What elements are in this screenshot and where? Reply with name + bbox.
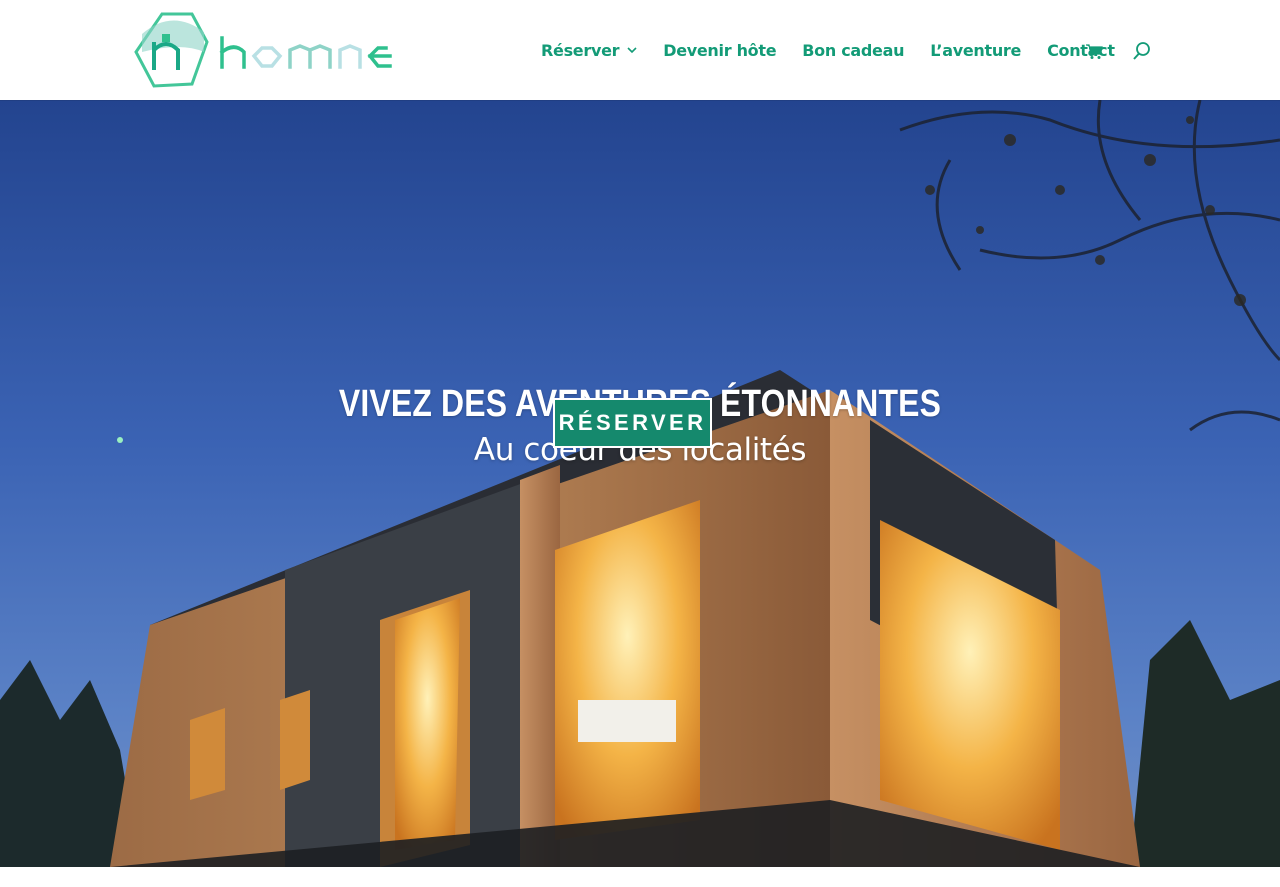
site-header: Réserver Devenir hôte Bon cadeau L’avent… xyxy=(0,0,1280,100)
hero-background-image xyxy=(0,100,1280,867)
nav-item-label: L’aventure xyxy=(930,40,1022,60)
nav-item-aventure[interactable]: L’aventure xyxy=(930,41,1021,60)
nav-item-bon-cadeau[interactable]: Bon cadeau xyxy=(802,41,904,60)
nav-item-devenir-hote[interactable]: Devenir hôte xyxy=(663,41,776,60)
nav-item-label: Contact xyxy=(1047,40,1115,60)
homnest-logo[interactable] xyxy=(132,12,402,90)
nav-item-contact[interactable]: Contact xyxy=(1047,41,1115,60)
search-icon[interactable] xyxy=(1132,41,1152,61)
cart-icon[interactable] xyxy=(1085,42,1103,60)
nav-item-reserver[interactable]: Réserver xyxy=(541,41,637,60)
nav-item-label: Devenir hôte xyxy=(663,40,777,60)
page-bottom-strip xyxy=(0,867,1280,887)
chevron-down-icon xyxy=(627,46,637,54)
nav-item-label: Réserver xyxy=(541,40,620,60)
main-nav: Réserver Devenir hôte Bon cadeau L’avent… xyxy=(541,37,1141,63)
hero-section: VIVEZ DES AVENTURES ÉTONNANTES Au coeur … xyxy=(0,100,1280,867)
reserver-button[interactable]: RÉSERVER xyxy=(553,398,712,448)
nav-item-label: Bon cadeau xyxy=(802,40,905,60)
